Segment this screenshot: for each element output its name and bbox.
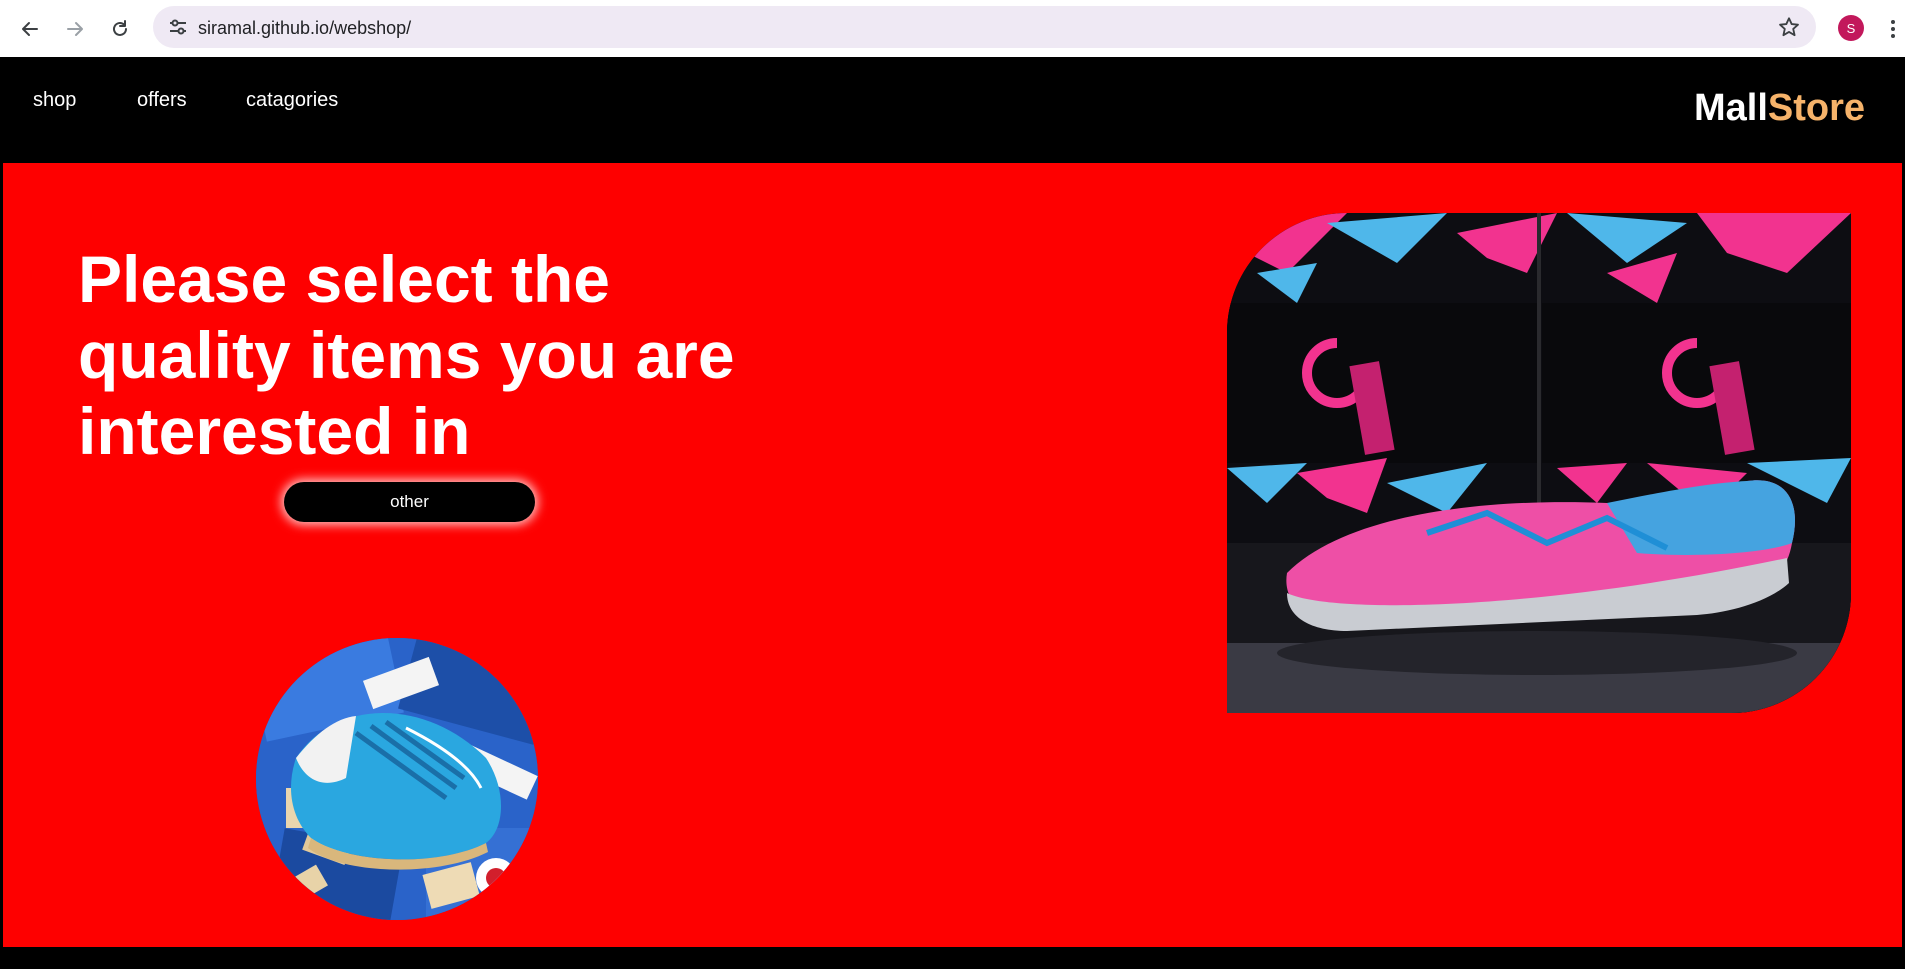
star-icon[interactable] xyxy=(1778,16,1800,43)
other-button[interactable]: other xyxy=(284,482,535,522)
address-bar[interactable]: siramal.github.io/webshop/ xyxy=(153,6,1816,48)
url-text[interactable]: siramal.github.io/webshop/ xyxy=(198,18,411,39)
nav-shop[interactable]: shop xyxy=(33,89,76,112)
profile-avatar[interactable]: S xyxy=(1838,15,1864,41)
forward-arrow-icon[interactable] xyxy=(59,13,91,45)
hero-headline: Please select the quality items you are … xyxy=(78,242,735,468)
reload-icon[interactable] xyxy=(104,13,136,45)
blue-football-boot-photo xyxy=(256,638,538,920)
footer-bar xyxy=(0,947,1905,969)
logo-store: Store xyxy=(1767,87,1866,129)
back-arrow-icon[interactable] xyxy=(14,13,46,45)
site-settings-icon[interactable] xyxy=(168,17,188,42)
site-logo[interactable]: MallStore xyxy=(1694,87,1865,130)
logo-mall: Mall xyxy=(1694,87,1768,129)
kebab-menu-icon[interactable] xyxy=(1886,13,1900,45)
browser-toolbar: siramal.github.io/webshop/ S xyxy=(0,0,1905,57)
web-page: shop offers catagories MallStore Please … xyxy=(0,57,1905,969)
pink-futsal-shoe-photo xyxy=(1227,213,1851,713)
site-header: shop offers catagories MallStore xyxy=(3,57,1902,163)
hero-section: Please select the quality items you are … xyxy=(3,163,1902,947)
nav-catagories[interactable]: catagories xyxy=(246,89,338,112)
nav-offers[interactable]: offers xyxy=(137,89,187,112)
